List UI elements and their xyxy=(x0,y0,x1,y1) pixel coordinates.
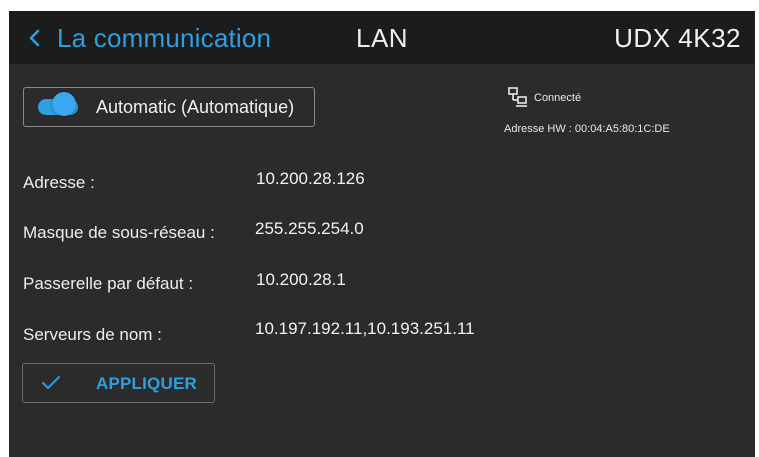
connection-status-text: Connecté xyxy=(534,92,582,104)
hw-address: Adresse HW : 00:04:A5:80:1C:DE xyxy=(504,123,670,135)
address-value: 10.200.28.126 xyxy=(256,169,365,188)
default-gateway-value: 10.200.28.1 xyxy=(256,270,346,289)
subnet-mask-label: Masque de sous-réseau : xyxy=(23,223,215,242)
apply-label: APPLIQUER xyxy=(96,374,197,393)
toggle-label: Automatic (Automatique) xyxy=(96,97,295,117)
address-label: Adresse : xyxy=(23,173,95,192)
checkmark-icon xyxy=(42,376,60,389)
default-gateway-label: Passerelle par défaut : xyxy=(23,274,194,293)
connection-status: Connecté xyxy=(508,87,581,109)
apply-button[interactable]: APPLIQUER xyxy=(22,363,215,403)
device-name: UDX 4K32 xyxy=(614,23,741,53)
header-bar: La communication LAN UDX 4K32 xyxy=(9,11,755,64)
back-label: La communication xyxy=(57,22,272,53)
page-title: LAN xyxy=(356,23,409,53)
name-servers-value: 10.197.192.11,10.193.251.11 xyxy=(255,319,475,338)
lan-settings-screen: La communication LAN UDX 4K32 Automatic … xyxy=(9,11,755,457)
network-icon xyxy=(508,87,527,107)
name-servers-label: Serveurs de nom : xyxy=(23,325,162,344)
toggle-knob[interactable] xyxy=(52,92,76,116)
subnet-mask-value: 255.255.254.0 xyxy=(255,219,364,238)
back-button[interactable]: La communication xyxy=(23,18,271,58)
dhcp-toggle[interactable]: Automatic (Automatique) xyxy=(23,87,315,127)
chevron-left-icon xyxy=(23,26,47,50)
